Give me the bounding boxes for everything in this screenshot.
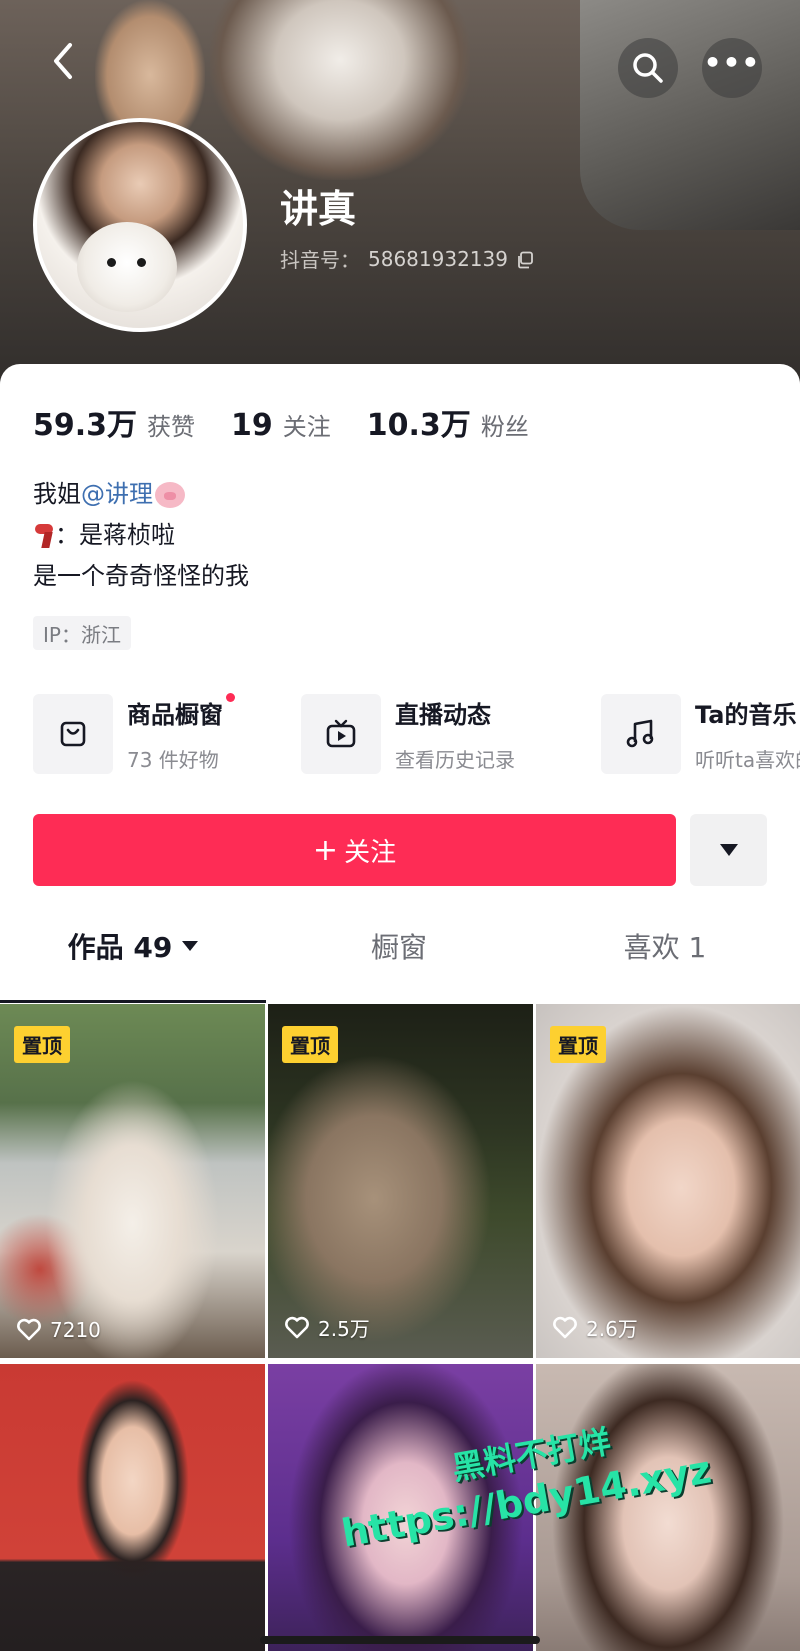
shopping-bag-icon — [60, 721, 86, 747]
tab-works-label: 作品 49 — [67, 931, 173, 964]
service-shop-window-icon-box — [33, 694, 113, 774]
follow-button-label: 关注 — [344, 837, 397, 868]
active-tab-indicator — [0, 1000, 266, 1003]
bio-line-2-text: ：是蒋桢啦 — [55, 521, 175, 549]
chevron-left-icon — [54, 43, 72, 79]
triangle-down-icon — [719, 844, 738, 856]
stat-followers-value: 10.3万 — [366, 408, 471, 443]
recommend-dropdown-button[interactable] — [690, 814, 767, 886]
copy-icon[interactable] — [516, 250, 534, 268]
video-tile[interactable]: 置顶 2.5万 — [268, 1004, 533, 1358]
search-icon — [633, 53, 663, 83]
video-tile[interactable] — [536, 1364, 800, 1651]
scarf-emoji-icon — [33, 522, 55, 550]
pig-emoji-icon — [155, 482, 185, 508]
tv-icon — [326, 719, 356, 748]
stat-following[interactable]: 19 关注 — [231, 407, 331, 443]
plus-icon: + — [312, 832, 339, 868]
stat-following-label: 关注 — [282, 413, 331, 441]
pinned-badge: 置顶 — [550, 1026, 606, 1063]
pinned-badge: 置顶 — [14, 1026, 70, 1063]
heart-outline-icon — [17, 1318, 41, 1341]
stat-likes-label: 获赞 — [147, 413, 196, 441]
bio-mention-link[interactable]: @讲理 — [81, 480, 153, 508]
service-live-history-title: 直播动态 — [395, 701, 491, 729]
notification-dot — [226, 693, 235, 702]
service-shop-window[interactable]: 商品橱窗 73 件好物 — [33, 692, 235, 776]
ip-location-badge: IP：浙江 — [33, 616, 131, 650]
bio-line-3: 是一个奇奇怪怪的我 — [33, 562, 249, 590]
profile-header-background: ••• 讲真 抖音号： 58681932139 — [0, 0, 800, 400]
stat-followers[interactable]: 10.3万 粉丝 — [367, 400, 529, 444]
service-music-icon-box — [601, 694, 681, 774]
service-shop-window-title: 商品橱窗 — [127, 693, 235, 730]
more-options-button[interactable]: ••• — [702, 38, 762, 98]
service-music-title: Ta的音乐 — [695, 701, 797, 729]
stat-likes[interactable]: 59.3万 获赞 — [33, 400, 195, 444]
profile-nickname: 讲真 — [280, 187, 357, 231]
header-photo-dog — [210, 0, 470, 180]
douyin-id-row: 抖音号： 58681932139 — [280, 244, 534, 273]
tab-likes-label: 喜欢 1 — [623, 931, 707, 964]
services-row: 商品橱窗 73 件好物 直播动态 查看历史记录 Ta的音乐 听听ta喜欢 — [33, 692, 800, 776]
video-tile[interactable] — [0, 1364, 265, 1651]
bio-line-1-prefix: 我姐 — [33, 480, 81, 508]
avatar[interactable] — [33, 118, 247, 332]
pinned-badge: 置顶 — [282, 1026, 338, 1063]
home-indicator — [260, 1636, 540, 1644]
avatar-dog — [77, 222, 177, 312]
search-button[interactable] — [618, 38, 678, 98]
service-live-history-subtitle: 查看历史记录 — [395, 748, 515, 772]
video-tile[interactable]: 置顶 7210 — [0, 1004, 265, 1358]
tab-likes[interactable]: 喜欢 1 — [532, 904, 798, 988]
bio-line-1: 我姐@讲理 — [33, 474, 249, 515]
stat-likes-value: 59.3万 — [33, 408, 138, 443]
tab-works[interactable]: 作品 49 — [0, 904, 266, 988]
follow-button[interactable]: + 关注 — [33, 814, 676, 886]
stat-following-value: 19 — [231, 408, 273, 443]
service-live-history[interactable]: 直播动态 查看历史记录 — [301, 692, 515, 776]
tab-shop-window-label: 橱窗 — [370, 931, 427, 964]
header-photo-car — [580, 0, 800, 230]
douyin-id-label: 抖音号： — [280, 248, 360, 272]
stats-row: 59.3万 获赞 19 关注 10.3万 粉丝 — [33, 400, 565, 444]
video-tile[interactable]: 置顶 2.6万 — [536, 1004, 800, 1358]
service-music-subtitle: 听听ta喜欢的音乐 — [695, 748, 800, 772]
video-tile[interactable] — [268, 1364, 533, 1651]
music-note-icon — [626, 719, 654, 748]
back-button[interactable] — [38, 36, 88, 86]
bio: 我姐@讲理 ：是蒋桢啦 是一个奇奇怪怪的我 — [33, 474, 249, 597]
video-like-count: 2.5万 — [284, 1313, 370, 1342]
douyin-id-value: 58681932139 — [368, 246, 508, 271]
video-like-count: 2.6万 — [552, 1313, 638, 1342]
content-tabs: 作品 49 橱窗 喜欢 1 — [0, 904, 800, 988]
heart-outline-icon — [285, 1316, 309, 1338]
bio-line-2: ：是蒋桢啦 — [33, 515, 249, 556]
service-music[interactable]: Ta的音乐 听听ta喜欢的音乐 — [601, 692, 800, 776]
triangle-down-icon — [182, 941, 199, 951]
service-shop-window-subtitle: 73 件好物 — [127, 748, 219, 772]
heart-outline-icon — [553, 1316, 577, 1338]
service-live-history-icon-box — [301, 694, 381, 774]
video-like-count: 7210 — [16, 1318, 101, 1342]
tab-shop-window[interactable]: 橱窗 — [266, 904, 532, 988]
stat-followers-label: 粉丝 — [480, 413, 529, 441]
video-grid: 置顶 7210 置顶 2.5万 置顶 2.6万 — [0, 1004, 800, 1651]
more-dots-icon: ••• — [703, 46, 761, 79]
